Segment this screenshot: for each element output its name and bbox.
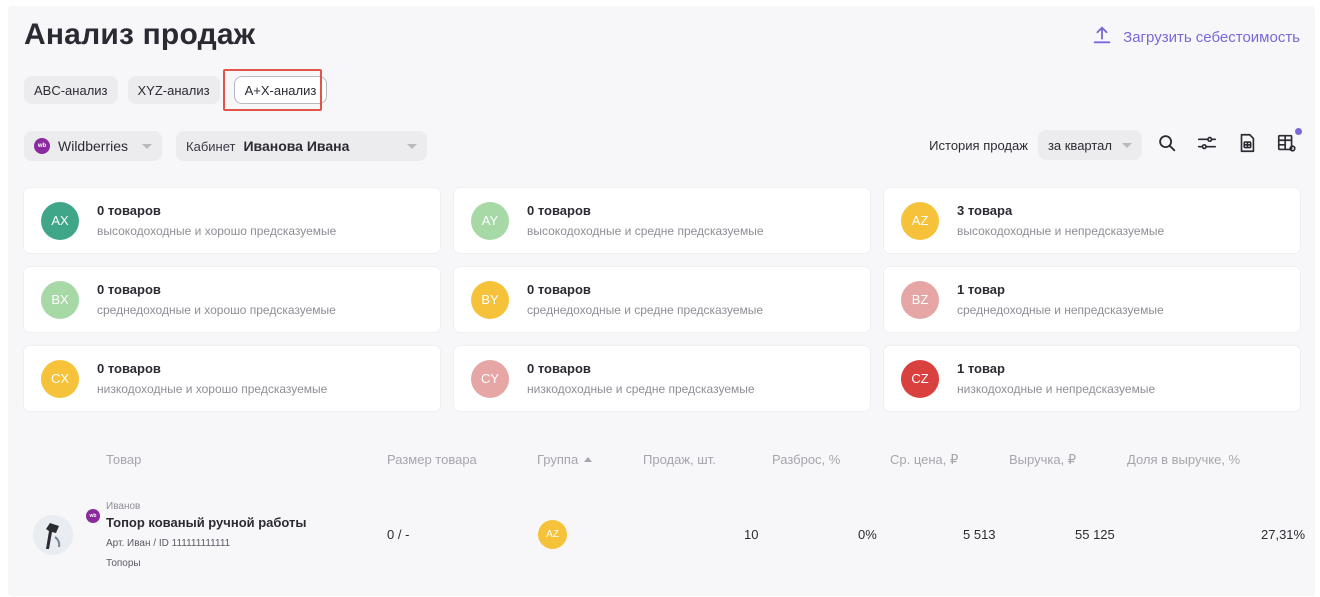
product-name[interactable]: Топор кованый ручной работы	[106, 515, 307, 530]
group-card-cy[interactable]: CY 0 товаров низкодоходные и средне предс…	[454, 346, 870, 411]
group-description: низкодоходные и хорошо предсказуемые	[97, 382, 328, 396]
group-description: низкодоходные и средне предсказуемые	[527, 382, 755, 396]
group-badge: AY	[471, 201, 509, 240]
group-count: 0 товаров	[527, 282, 591, 297]
export-excel-button[interactable]	[1232, 130, 1262, 160]
group-description: среднедоходные и средне предсказуемые	[527, 303, 764, 317]
group-description: высокодоходные и средне предсказуемые	[527, 224, 764, 238]
tab-abc[interactable]: ABC-анализ	[24, 76, 118, 104]
group-count: 0 товаров	[97, 203, 161, 218]
group-badge: AZ	[901, 201, 939, 240]
group-badge: BY	[471, 280, 509, 319]
product-group-badge: AZ	[538, 520, 567, 549]
upload-cost-label: Загрузить себестоимость	[1123, 28, 1300, 46]
product-sales: 10	[744, 527, 759, 542]
group-badge: BX	[41, 280, 79, 319]
filters-bar: wb Wildberries Кабинет Иванова Ивана	[24, 131, 428, 161]
product-category: Топоры	[106, 558, 141, 569]
product-article: Арт. Иван / ID 111111111111	[106, 538, 231, 549]
group-count: 0 товаров	[97, 282, 161, 297]
product-size: 0 / -	[387, 527, 410, 542]
upload-cost-button[interactable]: Загрузить себестоимость	[1091, 24, 1300, 50]
column-header-group[interactable]: Группа	[537, 452, 593, 467]
column-header-spread[interactable]: Разброс, %	[772, 452, 840, 467]
product-thumbnail	[33, 515, 73, 555]
group-badge: BZ	[901, 280, 939, 319]
group-card-by[interactable]: BY 0 товаров среднедоходные и средне пред…	[454, 267, 870, 332]
group-description: высокодоходные и хорошо предсказуемые	[97, 224, 337, 238]
period-select[interactable]: за квартал	[1037, 130, 1142, 160]
wildberries-icon: wb	[86, 509, 100, 523]
group-card-bx[interactable]: BX 0 товаров среднедоходные и хорошо пред…	[24, 267, 440, 332]
group-count: 0 товаров	[527, 203, 591, 218]
sort-ascending-icon	[584, 457, 593, 462]
chevron-down-icon	[407, 143, 418, 149]
group-count: 1 товар	[957, 361, 1005, 376]
cabinet-select[interactable]: Кабинет Иванова Ивана	[176, 131, 428, 161]
column-header-size[interactable]: Размер товара	[387, 452, 477, 467]
column-header-revenue[interactable]: Выручка, ₽	[1009, 452, 1076, 468]
product-brand: Иванов	[106, 501, 141, 512]
product-avg-price: 5 513	[963, 527, 996, 542]
period-value: за квартал	[1047, 137, 1112, 153]
product-spread: 0%	[858, 527, 877, 542]
wildberries-icon: wb	[34, 138, 50, 154]
upload-icon	[1091, 24, 1113, 50]
page-title: Анализ продаж	[24, 18, 256, 51]
group-badge: CZ	[901, 359, 939, 398]
column-header-product[interactable]: Товар	[106, 452, 141, 467]
group-card-ax[interactable]: AX 0 товаров высокодоходные и хорошо пред…	[24, 188, 440, 253]
active-tab-highlight	[223, 69, 322, 111]
group-card-ay[interactable]: AY 0 товаров высокодоходные и средне пред…	[454, 188, 870, 253]
column-header-avg-price[interactable]: Ср. цена, ₽	[890, 452, 958, 468]
group-card-az[interactable]: AZ 3 товара высокодоходные и непредсказуе…	[884, 188, 1300, 253]
group-count: 0 товаров	[527, 361, 591, 376]
group-badge: CX	[41, 359, 79, 398]
chevron-down-icon	[1122, 142, 1132, 148]
column-header-group-label: Группа	[537, 452, 579, 467]
group-cards-grid: AX 0 товаров высокодоходные и хорошо пред…	[24, 188, 1300, 411]
notification-dot	[1295, 128, 1302, 135]
group-description: среднедоходные и хорошо предсказуемые	[97, 303, 336, 317]
filter-settings-button[interactable]	[1192, 130, 1222, 160]
group-count: 1 товар	[957, 282, 1005, 297]
group-description: среднедоходные и непредсказуемые	[957, 303, 1164, 317]
cabinet-value: Иванова Ивана	[243, 138, 350, 154]
group-description: низкодоходные и непредсказуемые	[957, 382, 1156, 396]
group-card-bz[interactable]: BZ 1 товар среднедоходные и непредсказуем…	[884, 267, 1300, 332]
group-card-cx[interactable]: CX 0 товаров низкодоходные и хорошо предс…	[24, 346, 440, 411]
toolbar: История продаж за квартал	[929, 128, 1302, 160]
tab-xyz[interactable]: XYZ-анализ	[127, 76, 220, 104]
group-count: 3 товара	[957, 203, 1013, 218]
group-description: высокодоходные и непредсказуемые	[957, 224, 1165, 238]
group-badge: AX	[41, 201, 79, 240]
table-columns-button[interactable]	[1272, 128, 1302, 160]
history-label: История продаж	[929, 137, 1028, 153]
table-settings-icon	[1276, 132, 1298, 159]
column-header-sales[interactable]: Продаж, шт.	[643, 452, 716, 467]
excel-file-icon	[1236, 132, 1258, 159]
search-icon	[1156, 132, 1178, 159]
cabinet-label: Кабинет	[186, 138, 236, 154]
product-revenue: 55 125	[1075, 527, 1115, 542]
chevron-down-icon	[142, 143, 153, 149]
column-header-revenue-share[interactable]: Доля в выручке, %	[1127, 452, 1240, 467]
group-badge: CY	[471, 359, 509, 398]
sliders-icon	[1196, 132, 1218, 159]
group-count: 0 товаров	[97, 361, 161, 376]
search-button[interactable]	[1152, 130, 1182, 160]
table-row[interactable]: wb Иванов Топор кованый ручной работы Ар…	[0, 495, 1320, 580]
product-revenue-share: 27,31%	[1261, 527, 1306, 542]
marketplace-select[interactable]: wb Wildberries	[24, 131, 163, 161]
marketplace-value: Wildberries	[58, 138, 129, 154]
group-card-cz[interactable]: CZ 1 товар низкодоходные и непредсказуемы…	[884, 346, 1300, 411]
